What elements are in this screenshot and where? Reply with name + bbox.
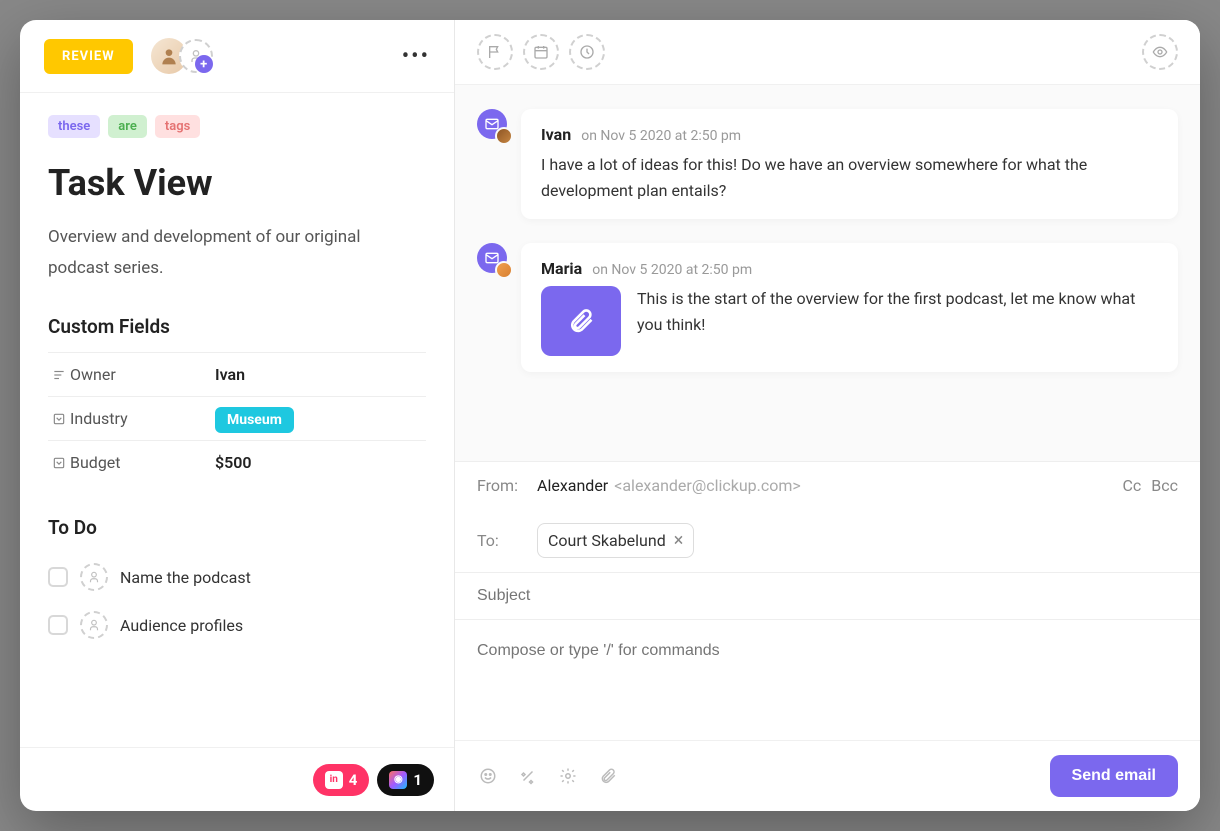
calendar-icon[interactable] (523, 34, 559, 70)
dropdown-icon (48, 412, 70, 426)
subject-input[interactable] (477, 587, 1178, 605)
message: Ivan on Nov 5 2020 at 2:50 pm I have a l… (477, 109, 1178, 219)
left-pane: REVIEW + ••• these are tags Task View Ov… (20, 20, 455, 811)
gear-icon[interactable] (557, 765, 579, 787)
custom-fields-heading: Custom Fields (48, 315, 426, 338)
text-icon (48, 368, 70, 382)
add-assignee-button[interactable]: + (179, 39, 213, 73)
assignee-group: + (151, 38, 213, 74)
figma-count: 1 (413, 771, 422, 789)
recipient-chip[interactable]: Court Skabelund × (537, 523, 694, 558)
ai-icon[interactable] (517, 765, 539, 787)
task-title[interactable]: Task View (48, 162, 426, 204)
message-card[interactable]: Ivan on Nov 5 2020 at 2:50 pm I have a l… (521, 109, 1178, 219)
message-body: I have a lot of ideas for this! Do we ha… (541, 152, 1158, 203)
compose-to-row: To: Court Skabelund × (455, 509, 1200, 572)
compose-body-input[interactable] (477, 642, 1178, 660)
todo-list: Name the podcast Audience profiles (48, 553, 426, 649)
status-badge[interactable]: REVIEW (44, 39, 133, 74)
conversation: Ivan on Nov 5 2020 at 2:50 pm I have a l… (455, 85, 1200, 461)
compose-footer: Send email (455, 740, 1200, 811)
more-menu-button[interactable]: ••• (402, 44, 430, 69)
todo-item: Audience profiles (48, 601, 426, 649)
task-description[interactable]: Overview and development of our original… (48, 222, 426, 283)
attach-icon[interactable] (597, 765, 619, 787)
custom-field-row: Owner Ivan (48, 352, 426, 396)
recipient-name: Court Skabelund (548, 531, 666, 550)
industry-pill[interactable]: Museum (215, 407, 294, 433)
from-email: <alexander@clickup.com> (614, 476, 801, 495)
custom-field-value[interactable]: Ivan (215, 365, 245, 384)
left-content: these are tags Task View Overview and de… (20, 93, 454, 747)
emoji-icon[interactable] (477, 765, 499, 787)
figma-chip[interactable]: ◉ 1 (377, 764, 434, 796)
todo-heading: To Do (48, 516, 426, 539)
message-author: Ivan (541, 125, 571, 144)
custom-field-label: Budget (70, 453, 215, 472)
message-body: This is the start of the overview for th… (637, 286, 1158, 337)
invision-count: 4 (349, 771, 358, 789)
todo-text[interactable]: Audience profiles (120, 616, 243, 635)
message-author: Maria (541, 259, 582, 278)
time-icon[interactable] (569, 34, 605, 70)
todo-text[interactable]: Name the podcast (120, 568, 251, 587)
tag[interactable]: tags (155, 115, 200, 138)
custom-field-label: Industry (70, 409, 215, 428)
tag-list: these are tags (48, 115, 426, 138)
message-avatar (477, 243, 507, 273)
dropdown-icon (48, 456, 70, 470)
custom-field-row: Budget $500 (48, 440, 426, 484)
left-header: REVIEW + ••• (20, 20, 454, 93)
invision-icon: in (325, 771, 343, 789)
tag[interactable]: are (108, 115, 147, 138)
from-label: From: (477, 476, 537, 495)
attachment-icon[interactable] (541, 286, 621, 356)
compose-from-row: From: Alexander <alexander@clickup.com> … (455, 462, 1200, 509)
user-avatar-mini (495, 261, 513, 279)
invision-chip[interactable]: in 4 (313, 764, 370, 796)
checkbox[interactable] (48, 567, 68, 587)
custom-fields-table: Owner Ivan Industry Museum Budget $500 (48, 352, 426, 484)
cc-button[interactable]: Cc (1122, 476, 1141, 495)
right-pane: Ivan on Nov 5 2020 at 2:50 pm I have a l… (455, 20, 1200, 811)
custom-field-row: Industry Museum (48, 396, 426, 440)
user-avatar-mini (495, 127, 513, 145)
to-label: To: (477, 531, 537, 550)
compose-area: From: Alexander <alexander@clickup.com> … (455, 461, 1200, 811)
message-card[interactable]: Maria on Nov 5 2020 at 2:50 pm This is t… (521, 243, 1178, 372)
compose-body-row (455, 619, 1200, 740)
from-name[interactable]: Alexander (537, 476, 608, 495)
assign-todo-button[interactable] (80, 563, 108, 591)
figma-icon: ◉ (389, 771, 407, 789)
bcc-button[interactable]: Bcc (1151, 476, 1178, 495)
flag-icon[interactable] (477, 34, 513, 70)
custom-field-value[interactable]: $500 (215, 453, 252, 472)
remove-recipient-icon[interactable]: × (674, 530, 684, 551)
message-meta: on Nov 5 2020 at 2:50 pm (581, 128, 741, 144)
message: Maria on Nov 5 2020 at 2:50 pm This is t… (477, 243, 1178, 372)
tag[interactable]: these (48, 115, 100, 138)
watch-icon[interactable] (1142, 34, 1178, 70)
right-header (455, 20, 1200, 85)
assign-todo-button[interactable] (80, 611, 108, 639)
message-meta: on Nov 5 2020 at 2:50 pm (592, 262, 752, 278)
task-modal: REVIEW + ••• these are tags Task View Ov… (20, 20, 1200, 811)
todo-item: Name the podcast (48, 553, 426, 601)
message-avatar (477, 109, 507, 139)
send-email-button[interactable]: Send email (1050, 755, 1178, 797)
compose-subject-row (455, 572, 1200, 619)
left-footer: in 4 ◉ 1 (20, 747, 454, 811)
checkbox[interactable] (48, 615, 68, 635)
custom-field-label: Owner (70, 365, 215, 384)
plus-icon: + (195, 55, 213, 73)
